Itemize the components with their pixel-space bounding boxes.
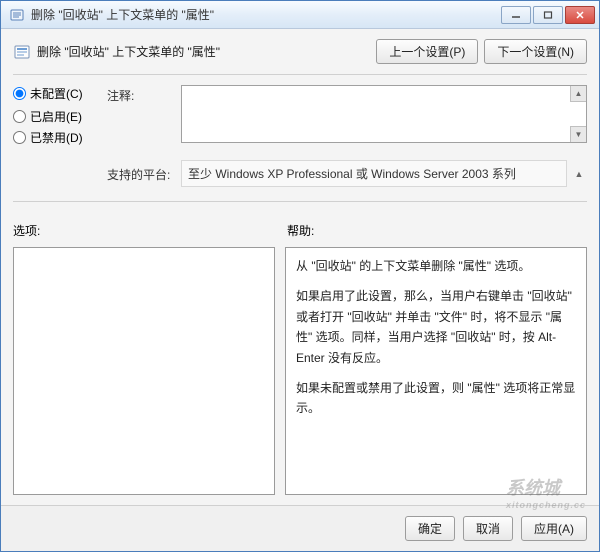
apply-button[interactable]: 应用(A) [521,516,587,541]
config-grid: 未配置(C) 注释: ▲ ▼ 已启用(E) 已禁用(D) [13,85,587,146]
comment-textarea[interactable]: ▲ ▼ [181,85,587,143]
radio-disabled-input[interactable] [13,131,26,144]
help-label: 帮助: [287,222,314,239]
cancel-button[interactable]: 取消 [463,516,513,541]
platform-row: 支持的平台: 至少 Windows XP Professional 或 Wind… [13,160,587,187]
footer: 确定 取消 应用(A) [1,505,599,551]
scroll-up-icon[interactable]: ▲ [570,86,586,102]
options-panel [13,247,275,495]
platform-expand-icon[interactable]: ▲ [571,169,587,179]
maximize-button[interactable] [533,6,563,24]
help-paragraph-1: 从 "回收站" 的上下文菜单删除 "属性" 选项。 [296,256,576,276]
platform-value-box: 至少 Windows XP Professional 或 Windows Ser… [181,160,567,187]
panels: 从 "回收站" 的上下文菜单删除 "属性" 选项。 如果启用了此设置，那么，当用… [13,247,587,495]
radio-not-configured-input[interactable] [13,87,26,100]
nav-buttons: 上一个设置(P) 下一个设置(N) [376,39,587,64]
radio-enabled[interactable]: 已启用(E) [13,108,103,125]
titlebar: 删除 "回收站" 上下文菜单的 "属性" [1,1,599,29]
setting-icon [13,43,31,61]
next-setting-label: 下一个设置(N) [497,45,574,59]
window-title: 删除 "回收站" 上下文菜单的 "属性" [31,6,499,23]
content-area: 删除 "回收站" 上下文菜单的 "属性" 上一个设置(P) 下一个设置(N) 未… [1,29,599,505]
ok-label: 确定 [418,522,442,536]
close-button[interactable] [565,6,595,24]
scroll-down-icon[interactable]: ▼ [570,126,586,142]
radio-disabled-label: 已禁用(D) [30,129,83,146]
help-paragraph-2: 如果启用了此设置，那么，当用户右键单击 "回收站" 或者打开 "回收站" 并单击… [296,286,576,368]
help-panel: 从 "回收站" 的上下文菜单删除 "属性" 选项。 如果启用了此设置，那么，当用… [285,247,587,495]
policy-icon [9,7,25,23]
prev-setting-button[interactable]: 上一个设置(P) [376,39,478,64]
radio-disabled[interactable]: 已禁用(D) [13,129,103,146]
options-label: 选项: [13,222,275,239]
section-labels: 选项: 帮助: [13,222,587,239]
radio-not-configured-label: 未配置(C) [30,85,83,102]
comment-label: 注释: [107,85,177,104]
radio-enabled-input[interactable] [13,110,26,123]
radio-enabled-label: 已启用(E) [30,108,82,125]
ok-button[interactable]: 确定 [405,516,455,541]
apply-label: 应用(A) [534,522,574,536]
help-paragraph-3: 如果未配置或禁用了此设置，则 "属性" 选项将正常显示。 [296,378,576,419]
window-controls [499,6,595,24]
next-setting-button[interactable]: 下一个设置(N) [484,39,587,64]
platform-label: 支持的平台: [107,164,177,183]
policy-dialog: 删除 "回收站" 上下文菜单的 "属性" 删除 "回收站" 上下文菜单的 "属性… [0,0,600,552]
divider [13,74,587,75]
header-row: 删除 "回收站" 上下文菜单的 "属性" 上一个设置(P) 下一个设置(N) [13,39,587,64]
minimize-button[interactable] [501,6,531,24]
cancel-label: 取消 [476,522,500,536]
prev-setting-label: 上一个设置(P) [389,45,465,59]
setting-title: 删除 "回收站" 上下文菜单的 "属性" [37,43,370,60]
divider-2 [13,201,587,202]
radio-not-configured[interactable]: 未配置(C) [13,85,103,102]
platform-value: 至少 Windows XP Professional 或 Windows Ser… [188,167,516,181]
